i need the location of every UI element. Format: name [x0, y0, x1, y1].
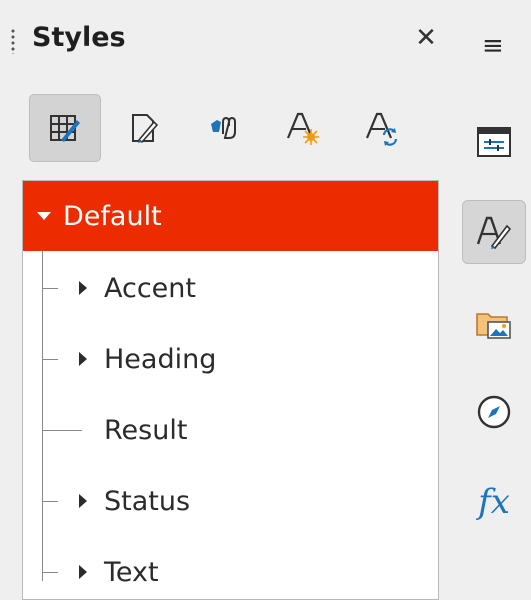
collapsed-arrow-icon[interactable]: [79, 281, 87, 295]
expand-arrow-icon[interactable]: [37, 212, 51, 220]
navigator-icon: [477, 395, 511, 429]
panel-title: Styles: [32, 22, 126, 53]
tree-item-label: Status: [104, 485, 191, 517]
sidebar-tabbar: ≡ fx: [460, 0, 531, 587]
close-button[interactable]: ✕: [410, 22, 442, 54]
tree-item-status[interactable]: Status: [23, 466, 438, 536]
update-style-icon: [365, 112, 398, 146]
gallery-icon: [476, 313, 511, 339]
tree-item-label: Result: [104, 414, 188, 446]
panel-grip-handle[interactable]: [11, 28, 15, 54]
tree-connector: [42, 359, 58, 360]
collapsed-arrow-icon[interactable]: [79, 494, 87, 508]
tree-connector: [42, 288, 58, 289]
new-style-button[interactable]: [266, 94, 338, 162]
styles-icon: [476, 216, 512, 250]
tree-item-accent[interactable]: Accent: [23, 253, 438, 323]
fill-format-mode-icon: [211, 116, 236, 139]
collapsed-arrow-icon[interactable]: [79, 352, 87, 366]
tree-item-label: Heading: [104, 343, 217, 375]
sidebar-gallery-button[interactable]: [462, 292, 526, 356]
tree-connector: [42, 430, 82, 431]
tree-item-default[interactable]: Default: [23, 181, 438, 251]
new-style-icon: [286, 112, 319, 145]
styles-tree[interactable]: Default Accent Heading Result Status Tex…: [22, 180, 439, 600]
character-styles-icon: [132, 114, 159, 144]
update-style-button[interactable]: [345, 94, 417, 162]
sidebar-functions-button[interactable]: fx: [462, 470, 526, 534]
tree-item-text[interactable]: Text: [23, 537, 438, 599]
sidebar-styles-button[interactable]: [462, 200, 526, 264]
styles-panel: Styles ✕ Default Accent Heading Result S…: [0, 0, 460, 600]
tree-connector: [42, 501, 58, 502]
paragraph-styles-icon: [50, 115, 80, 142]
tree-item-heading[interactable]: Heading: [23, 324, 438, 394]
tree-item-label: Default: [63, 200, 162, 232]
character-styles-button[interactable]: [108, 94, 180, 162]
collapsed-arrow-icon[interactable]: [79, 565, 87, 579]
sidebar-navigator-button[interactable]: [462, 380, 526, 444]
tree-item-label: Text: [104, 556, 159, 588]
properties-icon: [477, 127, 511, 157]
sidebar-menu-button[interactable]: ≡: [482, 30, 504, 62]
functions-icon: fx: [478, 482, 510, 522]
tree-item-result[interactable]: Result: [23, 395, 438, 465]
tree-connector: [42, 572, 58, 573]
tree-item-label: Accent: [104, 272, 196, 304]
fill-format-mode-button[interactable]: [187, 94, 259, 162]
sidebar-properties-button[interactable]: [462, 110, 526, 174]
paragraph-styles-button[interactable]: [29, 94, 101, 162]
